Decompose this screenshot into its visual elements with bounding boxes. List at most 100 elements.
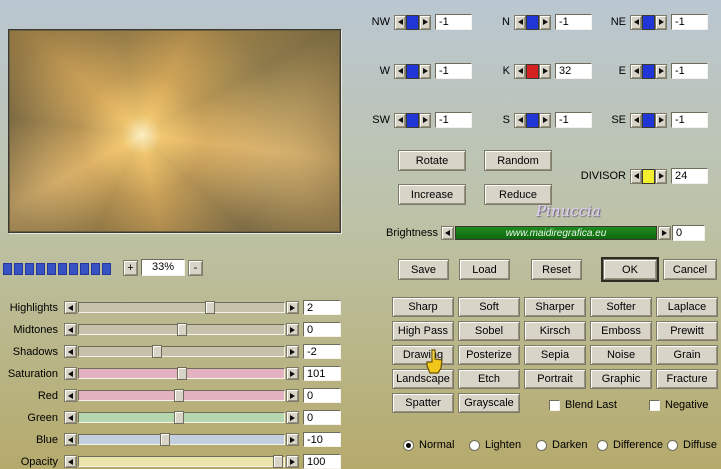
blue-increase-button[interactable] <box>286 433 299 446</box>
random-button[interactable]: Random <box>484 150 552 171</box>
sw-value-field[interactable]: -1 <box>435 112 472 128</box>
e-decrease-button[interactable] <box>630 63 642 79</box>
green-decrease-button[interactable] <box>64 411 77 424</box>
filter-button-landscape[interactable]: Landscape <box>392 369 454 389</box>
shadows-slider-track[interactable] <box>78 345 285 358</box>
red-increase-button[interactable] <box>286 389 299 402</box>
negative-checkbox[interactable]: Negative <box>649 399 708 411</box>
s-value-field[interactable]: -1 <box>555 112 592 128</box>
filter-button-portrait[interactable]: Portrait <box>524 369 586 389</box>
midtones-slider-thumb[interactable] <box>176 323 187 336</box>
ne-decrease-button[interactable] <box>630 14 642 30</box>
blue-slider-track[interactable] <box>78 433 285 446</box>
red-decrease-button[interactable] <box>64 389 77 402</box>
shadows-value-field[interactable]: -2 <box>303 344 341 359</box>
blend-mode-normal[interactable]: Normal <box>403 439 454 451</box>
blend-mode-lighten[interactable]: Lighten <box>469 439 521 451</box>
midtones-value-field[interactable]: 0 <box>303 322 341 337</box>
highlights-value-field[interactable]: 2 <box>303 300 341 315</box>
filter-button-posterize[interactable]: Posterize <box>458 345 520 365</box>
s-increase-button[interactable] <box>539 112 551 128</box>
opacity-value-field[interactable]: 100 <box>303 454 341 469</box>
cancel-button[interactable]: Cancel <box>663 259 717 280</box>
highlights-slider-thumb[interactable] <box>205 301 216 314</box>
opacity-slider-thumb[interactable] <box>272 455 283 468</box>
blue-decrease-button[interactable] <box>64 433 77 446</box>
blend-mode-diffuse[interactable]: Diffuse <box>667 439 717 451</box>
brightness-bar[interactable]: www.maidiregrafica.eu <box>455 226 657 240</box>
green-increase-button[interactable] <box>286 411 299 424</box>
filter-button-drawing[interactable]: Drawing <box>392 345 454 365</box>
saturation-increase-button[interactable] <box>286 367 299 380</box>
midtones-increase-button[interactable] <box>286 323 299 336</box>
highlights-increase-button[interactable] <box>286 301 299 314</box>
load-button[interactable]: Load <box>459 259 510 280</box>
filter-button-emboss[interactable]: Emboss <box>590 321 652 341</box>
zoom-value[interactable]: 33% <box>141 259 185 276</box>
se-decrease-button[interactable] <box>630 112 642 128</box>
highlights-decrease-button[interactable] <box>64 301 77 314</box>
k-value-field[interactable]: 32 <box>555 63 592 79</box>
zoom-level-bar[interactable] <box>3 263 111 275</box>
opacity-decrease-button[interactable] <box>64 455 77 468</box>
zoom-out-button[interactable]: - <box>188 260 203 276</box>
nw-value-field[interactable]: -1 <box>435 14 472 30</box>
filter-button-sobel[interactable]: Sobel <box>458 321 520 341</box>
green-slider-thumb[interactable] <box>174 411 185 424</box>
green-value-field[interactable]: 0 <box>303 410 341 425</box>
divisor-increase-button[interactable] <box>655 168 667 184</box>
filter-button-prewitt[interactable]: Prewitt <box>656 321 718 341</box>
e-increase-button[interactable] <box>655 63 667 79</box>
w-increase-button[interactable] <box>419 63 431 79</box>
filter-button-laplace[interactable]: Laplace <box>656 297 718 317</box>
filter-button-high-pass[interactable]: High Pass <box>392 321 454 341</box>
shadows-increase-button[interactable] <box>286 345 299 358</box>
k-increase-button[interactable] <box>539 63 551 79</box>
filter-button-spatter[interactable]: Spatter <box>392 393 454 413</box>
filter-button-soft[interactable]: Soft <box>458 297 520 317</box>
nw-decrease-button[interactable] <box>394 14 406 30</box>
se-value-field[interactable]: -1 <box>671 112 708 128</box>
filter-button-etch[interactable]: Etch <box>458 369 520 389</box>
blue-value-field[interactable]: -10 <box>303 432 341 447</box>
e-value-field[interactable]: -1 <box>671 63 708 79</box>
sw-decrease-button[interactable] <box>394 112 406 128</box>
saturation-slider-track[interactable] <box>78 367 285 380</box>
blend-mode-difference[interactable]: Difference <box>597 439 663 451</box>
w-value-field[interactable]: -1 <box>435 63 472 79</box>
filter-button-grayscale[interactable]: Grayscale <box>458 393 520 413</box>
n-decrease-button[interactable] <box>514 14 526 30</box>
opacity-slider-track[interactable] <box>78 455 285 468</box>
reset-button[interactable]: Reset <box>531 259 582 280</box>
filter-button-grain[interactable]: Grain <box>656 345 718 365</box>
increase-button[interactable]: Increase <box>398 184 466 205</box>
filter-button-kirsch[interactable]: Kirsch <box>524 321 586 341</box>
k-decrease-button[interactable] <box>514 63 526 79</box>
shadows-slider-thumb[interactable] <box>151 345 162 358</box>
midtones-decrease-button[interactable] <box>64 323 77 336</box>
opacity-increase-button[interactable] <box>286 455 299 468</box>
filter-button-sepia[interactable]: Sepia <box>524 345 586 365</box>
blue-slider-thumb[interactable] <box>160 433 171 446</box>
se-increase-button[interactable] <box>655 112 667 128</box>
blend-mode-darken[interactable]: Darken <box>536 439 587 451</box>
saturation-value-field[interactable]: 101 <box>303 366 341 381</box>
preview-image[interactable] <box>10 31 339 231</box>
red-slider-thumb[interactable] <box>174 389 185 402</box>
red-value-field[interactable]: 0 <box>303 388 341 403</box>
saturation-decrease-button[interactable] <box>64 367 77 380</box>
sw-increase-button[interactable] <box>419 112 431 128</box>
divisor-decrease-button[interactable] <box>630 168 642 184</box>
filter-button-sharp[interactable]: Sharp <box>392 297 454 317</box>
rotate-button[interactable]: Rotate <box>398 150 466 171</box>
blend-last-checkbox[interactable]: Blend Last <box>549 399 617 411</box>
w-decrease-button[interactable] <box>394 63 406 79</box>
filter-button-graphic[interactable]: Graphic <box>590 369 652 389</box>
nw-increase-button[interactable] <box>419 14 431 30</box>
s-decrease-button[interactable] <box>514 112 526 128</box>
ne-increase-button[interactable] <box>655 14 667 30</box>
ok-button[interactable]: OK <box>603 259 657 280</box>
highlights-slider-track[interactable] <box>78 301 285 314</box>
green-slider-track[interactable] <box>78 411 285 424</box>
midtones-slider-track[interactable] <box>78 323 285 336</box>
